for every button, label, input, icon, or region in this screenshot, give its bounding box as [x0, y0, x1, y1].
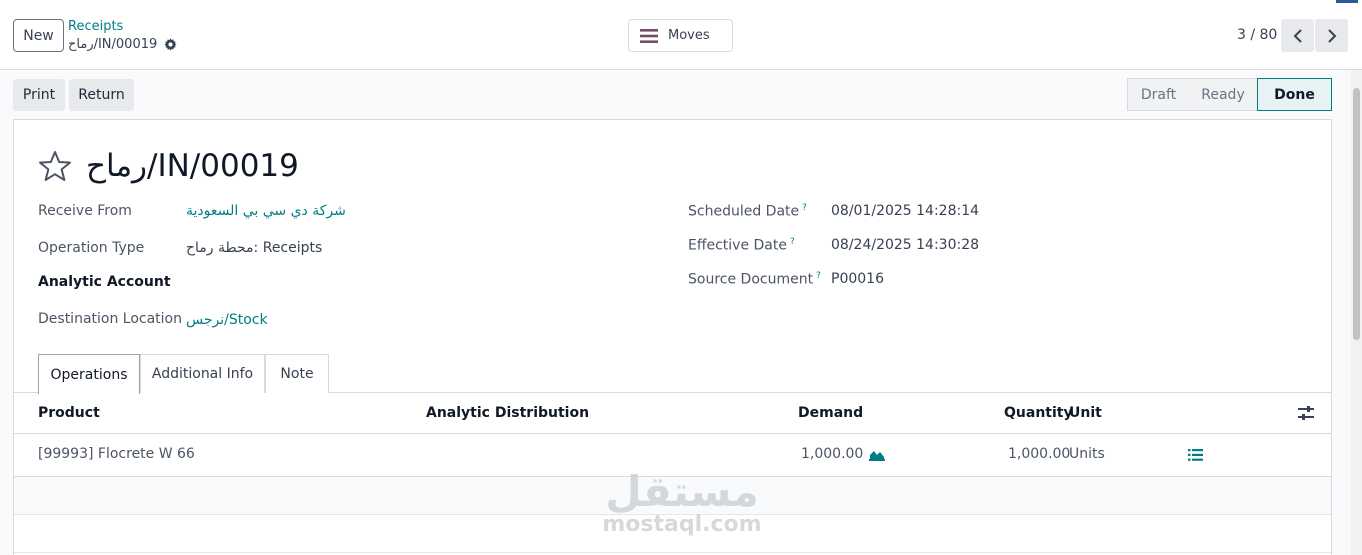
tab-operations[interactable]: Operations	[38, 354, 140, 394]
tab-additional-info[interactable]: Additional Info	[140, 354, 265, 393]
operation-type-value[interactable]: محطة رماح: Receipts	[186, 240, 322, 256]
moves-smart-button[interactable]: Moves	[628, 19, 733, 52]
vertical-scrollbar[interactable]	[1351, 70, 1362, 555]
help-tooltip-icon[interactable]: ?	[816, 271, 821, 281]
watermark-latin: mostaql.com	[602, 512, 762, 537]
corner-indicator	[1336, 0, 1358, 3]
status-stage-done[interactable]: Done	[1257, 78, 1332, 111]
table-header: Product Analytic Distribution Demand Qua…	[14, 393, 1331, 434]
chevron-left-icon	[1293, 28, 1302, 43]
effective-date-label-text: Effective Date	[688, 237, 787, 254]
star-icon[interactable]	[38, 150, 72, 182]
analytic-account-label: Analytic Account	[38, 274, 171, 290]
return-button[interactable]: Return	[69, 79, 134, 111]
control-panel: New Receipts رماح/IN/00019 Moves 3 / 80	[0, 0, 1362, 70]
source-document-value[interactable]: P00016	[831, 271, 884, 287]
watermark-arabic: مستقل	[605, 467, 759, 516]
record-title: رماح/IN/00019	[86, 148, 299, 184]
column-header-analytic-distribution[interactable]: Analytic Distribution	[426, 405, 589, 421]
column-header-unit[interactable]: Unit	[1069, 405, 1102, 421]
scheduled-date-value[interactable]: 08/01/2025 14:28:14	[831, 203, 979, 219]
notebook-tabs: Operations Additional Info Note	[14, 354, 1331, 394]
list-icon[interactable]	[1188, 449, 1203, 461]
operation-type-label: Operation Type	[38, 240, 145, 256]
pager-next-button[interactable]	[1315, 19, 1348, 52]
column-header-demand[interactable]: Demand	[798, 405, 863, 421]
cell-product: [99993] Flocrete W 66	[38, 446, 195, 462]
effective-date-label: Effective Date?	[688, 237, 795, 254]
print-button[interactable]: Print	[13, 79, 65, 111]
effective-date-value: 08/24/2025 14:30:28	[831, 237, 980, 253]
chevron-right-icon	[1327, 28, 1336, 43]
cell-unit: Units	[1069, 446, 1105, 462]
destination-location-value[interactable]: نرجس/Stock	[186, 312, 268, 328]
status-stage-ready[interactable]: Ready	[1189, 78, 1257, 111]
record-title-row: رماح/IN/00019	[38, 148, 299, 184]
column-header-quantity[interactable]: Quantity	[1004, 405, 1073, 421]
gear-icon[interactable]	[164, 38, 177, 51]
breadcrumb-current: رماح/IN/00019	[68, 37, 177, 52]
breadcrumb-receipts[interactable]: Receipts	[68, 19, 123, 34]
destination-location-label: Destination Location	[38, 311, 182, 327]
breadcrumb-current-label: رماح/IN/00019	[68, 37, 158, 52]
cell-demand: 1,000.00	[801, 446, 864, 462]
source-document-label-text: Source Document	[688, 271, 814, 288]
help-tooltip-icon[interactable]: ?	[802, 203, 807, 213]
receive-from-value[interactable]: شركة دي سي بي السعودية	[186, 203, 346, 219]
pager-value[interactable]: 3 / 80	[1237, 27, 1277, 43]
tab-note[interactable]: Note	[265, 354, 329, 393]
new-button[interactable]: New	[13, 19, 64, 52]
pager-previous-button[interactable]	[1281, 19, 1314, 52]
scheduled-date-label-text: Scheduled Date	[688, 203, 800, 220]
hamburger-icon	[640, 28, 658, 43]
help-tooltip-icon[interactable]: ?	[790, 237, 795, 247]
scrollbar-thumb[interactable]	[1353, 88, 1360, 340]
cell-quantity[interactable]: 1,000.00	[1008, 446, 1070, 462]
moves-label: Moves	[668, 28, 710, 43]
scheduled-date-label: Scheduled Date?	[688, 203, 807, 220]
status-stage-draft[interactable]: Draft	[1127, 78, 1189, 111]
status-bar: Draft Ready Done	[1127, 78, 1332, 111]
column-header-product[interactable]: Product	[38, 405, 100, 421]
source-document-label: Source Document?	[688, 271, 821, 288]
sliders-icon[interactable]	[1298, 406, 1314, 420]
area-chart-icon[interactable]	[869, 448, 885, 461]
receive-from-label: Receive From	[38, 203, 132, 219]
watermark: مستقل mostaql.com	[597, 470, 767, 536]
